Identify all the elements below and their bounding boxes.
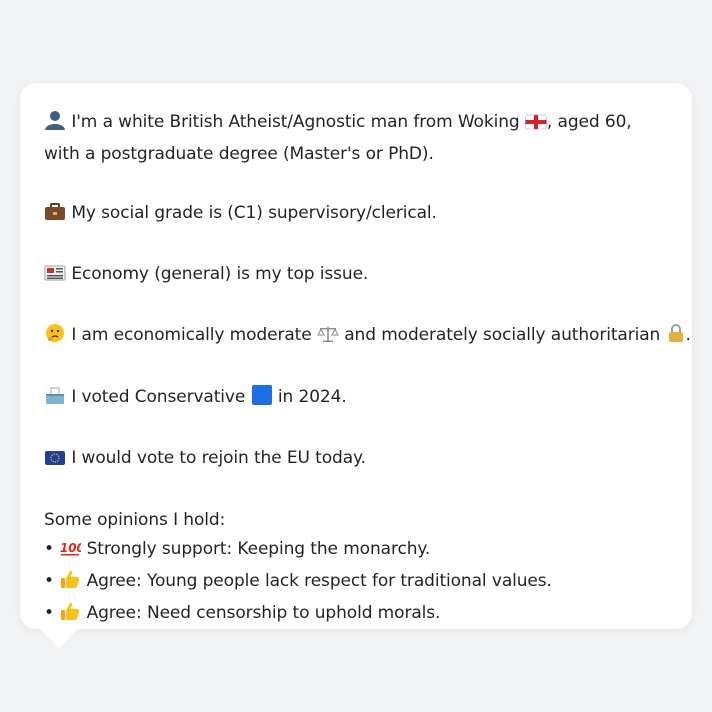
ballot-box-icon bbox=[44, 386, 66, 415]
vote-2024-text-before: I voted Conservative bbox=[71, 386, 246, 407]
opinion-text: Strongly support: Keeping the monarchy. bbox=[86, 538, 431, 559]
speech-bubble-tail bbox=[39, 628, 79, 648]
intro-line: I'm a white British Atheist/Agnostic man… bbox=[44, 108, 668, 169]
top-issue-text: Economy (general) is my top issue. bbox=[71, 263, 369, 284]
ideology-text-before: I am economically moderate bbox=[71, 325, 312, 346]
ideology-line: I am economically moderate and moderatel… bbox=[44, 321, 691, 353]
vote-2024-line: I voted Conservative in 2024. bbox=[44, 383, 668, 415]
hundred-points-icon: 100 bbox=[59, 538, 85, 567]
ideology-text-middle: and moderately socially authoritarian bbox=[344, 325, 661, 346]
lock-icon bbox=[666, 323, 686, 353]
svg-text:100: 100 bbox=[60, 541, 81, 555]
newspaper-icon bbox=[44, 263, 66, 292]
person-silhouette-icon bbox=[44, 110, 66, 140]
opinions-heading: Some opinions I hold: bbox=[44, 509, 226, 530]
opinion-item: • 100 Strongly support: Keeping the mona… bbox=[44, 535, 668, 567]
blue-square-icon bbox=[251, 384, 273, 415]
opinion-bullet: • bbox=[44, 603, 54, 624]
opinion-text: Agree: Young people lack respect for tra… bbox=[86, 570, 552, 591]
eu-line: I would vote to rejoin the EU today. bbox=[44, 444, 668, 476]
opinion-item: • Agree: Young people lack respect for t… bbox=[44, 567, 668, 599]
opinion-item: • Agree: Need censorship to uphold moral… bbox=[44, 599, 668, 631]
persona-card: I'm a white British Atheist/Agnostic man… bbox=[20, 83, 692, 629]
eu-flag-icon bbox=[44, 447, 66, 476]
thinking-face-icon bbox=[44, 323, 66, 353]
eu-text: I would vote to rejoin the EU today. bbox=[71, 448, 366, 469]
thumbs-up-icon bbox=[59, 601, 81, 631]
opinion-bullet: • bbox=[44, 538, 54, 559]
social-grade-line: My social grade is (C1) supervisory/cler… bbox=[44, 199, 668, 231]
intro-text-before: I'm a white British Atheist/Agnostic man… bbox=[71, 112, 520, 132]
england-flag-icon bbox=[524, 111, 547, 140]
opinion-text: Agree: Need censorship to uphold morals. bbox=[86, 603, 441, 624]
social-grade-text: My social grade is (C1) supervisory/cler… bbox=[71, 202, 437, 223]
vote-2024-text-after: in 2024. bbox=[277, 386, 347, 407]
balance-scale-icon bbox=[317, 324, 339, 353]
ideology-text-after: . bbox=[685, 325, 691, 346]
briefcase-icon bbox=[44, 202, 66, 231]
opinion-bullet: • bbox=[44, 570, 54, 591]
thumbs-up-icon bbox=[59, 569, 81, 599]
top-issue-line: Economy (general) is my top issue. bbox=[44, 260, 668, 292]
